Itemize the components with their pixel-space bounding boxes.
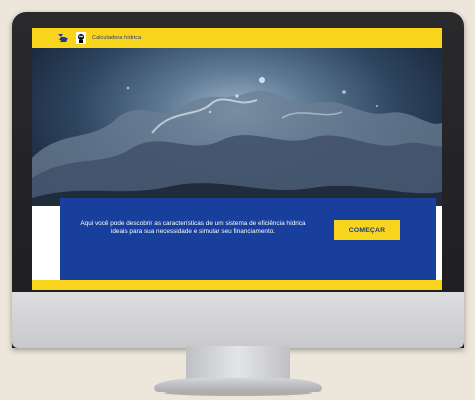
wwf-panda-logo-icon — [76, 32, 86, 44]
monitor-stand-neck — [186, 346, 290, 382]
monitor-chin — [12, 292, 464, 348]
intro-text: Aqui você pode descobrir as característi… — [80, 220, 306, 235]
banco-do-brasil-logo-icon[interactable] — [56, 32, 70, 44]
app-screen: Calculadora hídrica Aqui você pode desco… — [32, 28, 442, 290]
intro-panel: Aqui você pode descobrir as característi… — [60, 198, 436, 280]
app-title[interactable]: Calculadora hídrica — [92, 35, 141, 41]
monitor-stand-base — [154, 378, 322, 392]
top-bar: Calculadora hídrica — [32, 28, 442, 48]
start-button[interactable]: COMEÇAR — [334, 220, 400, 240]
bottom-strip — [32, 280, 442, 290]
